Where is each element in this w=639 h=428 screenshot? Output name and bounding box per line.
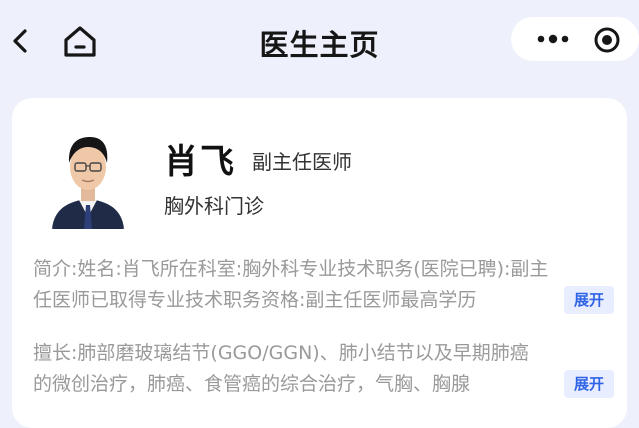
expertise-fade bbox=[501, 369, 571, 400]
intro-expand-button[interactable]: 展开 bbox=[564, 286, 614, 314]
nav-bar: 医生主页 bbox=[0, 0, 639, 82]
intro-line-1: 简介:姓名:肖飞所在科室:胸外科专业技术职务(医院已聘):副主 bbox=[33, 258, 549, 280]
doctor-title: 副主任医师 bbox=[252, 150, 352, 174]
doctor-card: 肖飞 副主任医师 胸外科门诊 简介:姓名:肖飞所在科室:胸外科专业技术职务(医院… bbox=[12, 98, 627, 428]
doctor-department: 胸外科门诊 bbox=[164, 194, 264, 218]
menu-capsule bbox=[511, 17, 639, 61]
expertise-line-1: 擅长:肺部磨玻璃结节(GGO/GGN)、肺小结节以及早期肺癌 bbox=[33, 342, 529, 364]
close-target-icon[interactable] bbox=[593, 26, 621, 54]
more-icon[interactable] bbox=[533, 26, 573, 52]
doctor-avatar[interactable] bbox=[48, 125, 128, 229]
expertise-expand-button[interactable]: 展开 bbox=[564, 370, 614, 398]
doctor-name: 肖飞 bbox=[164, 142, 236, 182]
intro-fade bbox=[501, 285, 571, 316]
